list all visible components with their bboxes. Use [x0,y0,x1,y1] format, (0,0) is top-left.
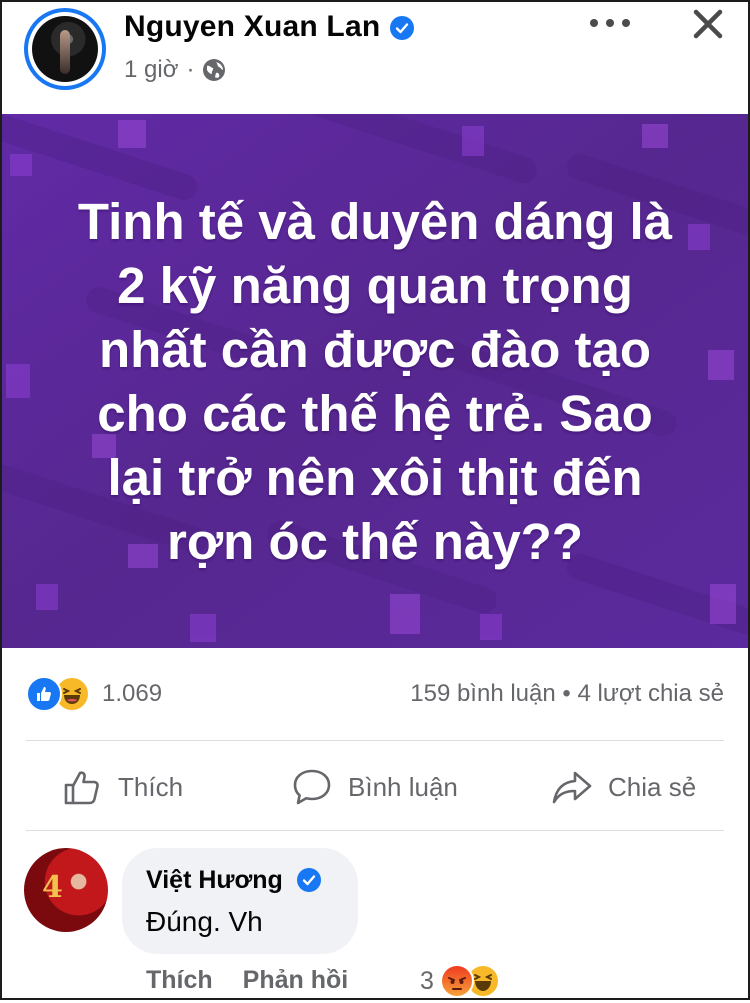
comment-count-link[interactable]: 159 bình luận [410,680,555,707]
comment-button-label: Bình luận [348,771,458,802]
comment-text: Đúng. Vh [146,906,263,937]
comment-actions: Thích Phản hồi [146,966,348,995]
thumbs-up-icon [64,771,99,805]
post-text-line: Tinh tế và duyên dáng là [77,193,673,250]
more-options-icon[interactable] [590,8,630,38]
like-button-label: Thích [118,771,184,802]
angry-icon [439,964,474,998]
commenter-name[interactable]: Việt Hương [146,866,283,895]
post-time[interactable]: 1 giờ [124,56,178,84]
post-image[interactable]: Tinh tế và duyên dáng là 2 kỹ năng quan … [2,114,748,648]
close-icon[interactable] [690,6,726,42]
post-text-line: rợn óc thế này?? [167,513,583,570]
post-text-line: nhất cần được đào tạo [98,321,652,378]
comment-reply-link[interactable]: Phản hồi [243,966,349,995]
post-text: Tinh tế và duyên dáng là 2 kỹ năng quan … [2,190,748,574]
share-button[interactable]: Chia sẻ [550,762,696,812]
comment-icon [293,769,331,805]
post-text-line: lại trở nên xôi thịt đến [107,449,643,506]
divider [26,830,724,831]
author-avatar[interactable] [24,8,106,90]
comment-reaction-count: 3 [420,966,434,995]
like-button[interactable]: Thích [60,762,183,812]
share-arrow-icon [552,771,592,804]
divider [26,740,724,741]
stats-separator: • [562,680,571,707]
like-icon [26,676,62,712]
verified-badge-icon [297,868,321,892]
post-stats: 159 bình luận • 4 lượt chia sẻ [410,680,724,708]
comment-like-link[interactable]: Thích [146,966,213,995]
avatar-inner [28,12,102,86]
share-count-link[interactable]: 4 lượt chia sẻ [577,680,724,707]
avatar-photo [32,16,98,82]
verified-badge-icon [390,16,414,40]
globe-icon [203,59,226,81]
commenter-avatar[interactable]: 4 [24,848,108,932]
share-button-label: Chia sẻ [608,771,697,802]
comment-bubble [122,848,358,954]
comment-reactions[interactable]: 3 [420,964,500,998]
comment-button[interactable]: Bình luận [290,762,458,812]
post-text-line: 2 kỹ năng quan trọng [117,257,633,314]
avatar-badge-text: 4 [42,870,63,905]
reactions-summary[interactable]: 1.069 [26,676,162,712]
post-text-line: cho các thế hệ trẻ. Sao [97,385,653,442]
reaction-count: 1.069 [102,680,163,707]
post-meta: 1 giờ · [124,56,226,84]
author-name[interactable]: Nguyen Xuan Lan [124,10,380,44]
meta-separator: · [186,56,195,83]
